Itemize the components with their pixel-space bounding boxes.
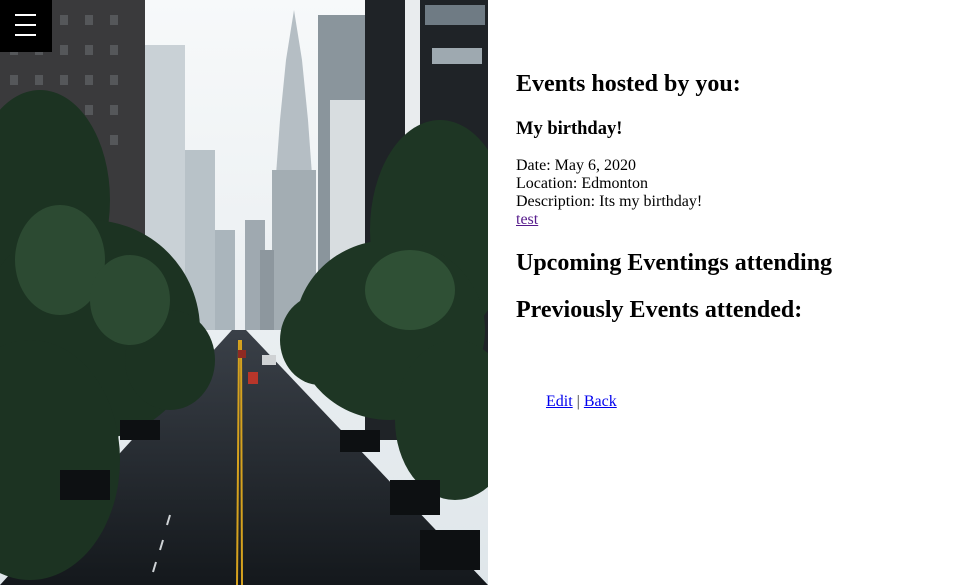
event-details: Date: May 6, 2020 Location: Edmonton Des… bbox=[516, 157, 702, 229]
event-location-value: Edmonton bbox=[581, 175, 648, 192]
upcoming-events-heading: Upcoming Eventings attending bbox=[516, 250, 833, 276]
back-link[interactable]: Back bbox=[584, 393, 617, 410]
menu-bar-line bbox=[15, 14, 36, 16]
hamburger-menu-icon[interactable] bbox=[0, 0, 52, 52]
menu-bar-line bbox=[15, 34, 36, 36]
event-date-value: May 6, 2020 bbox=[554, 157, 636, 174]
event-location-label: Location: bbox=[516, 175, 578, 192]
event-date-label: Date: bbox=[516, 157, 551, 174]
event-link-row: test bbox=[516, 211, 702, 229]
footer-links: Edit | Back bbox=[546, 393, 617, 411]
event-title: My birthday! bbox=[516, 119, 623, 139]
hosted-events-heading: Events hosted by you: bbox=[516, 71, 741, 97]
event-description-label: Description: bbox=[516, 193, 596, 210]
edit-link[interactable]: Edit bbox=[546, 393, 573, 410]
menu-bar-line bbox=[15, 24, 36, 26]
event-link[interactable]: test bbox=[516, 211, 538, 228]
event-description-row: Description: Its my birthday! bbox=[516, 193, 702, 211]
event-description-value: Its my birthday! bbox=[599, 193, 703, 210]
city-street-photo bbox=[0, 0, 488, 585]
event-location-row: Location: Edmonton bbox=[516, 175, 702, 193]
event-date-row: Date: May 6, 2020 bbox=[516, 157, 702, 175]
link-separator: | bbox=[576, 393, 580, 410]
previous-events-heading: Previously Events attended: bbox=[516, 297, 803, 323]
page: Events hosted by you: My birthday! Date:… bbox=[0, 0, 970, 585]
